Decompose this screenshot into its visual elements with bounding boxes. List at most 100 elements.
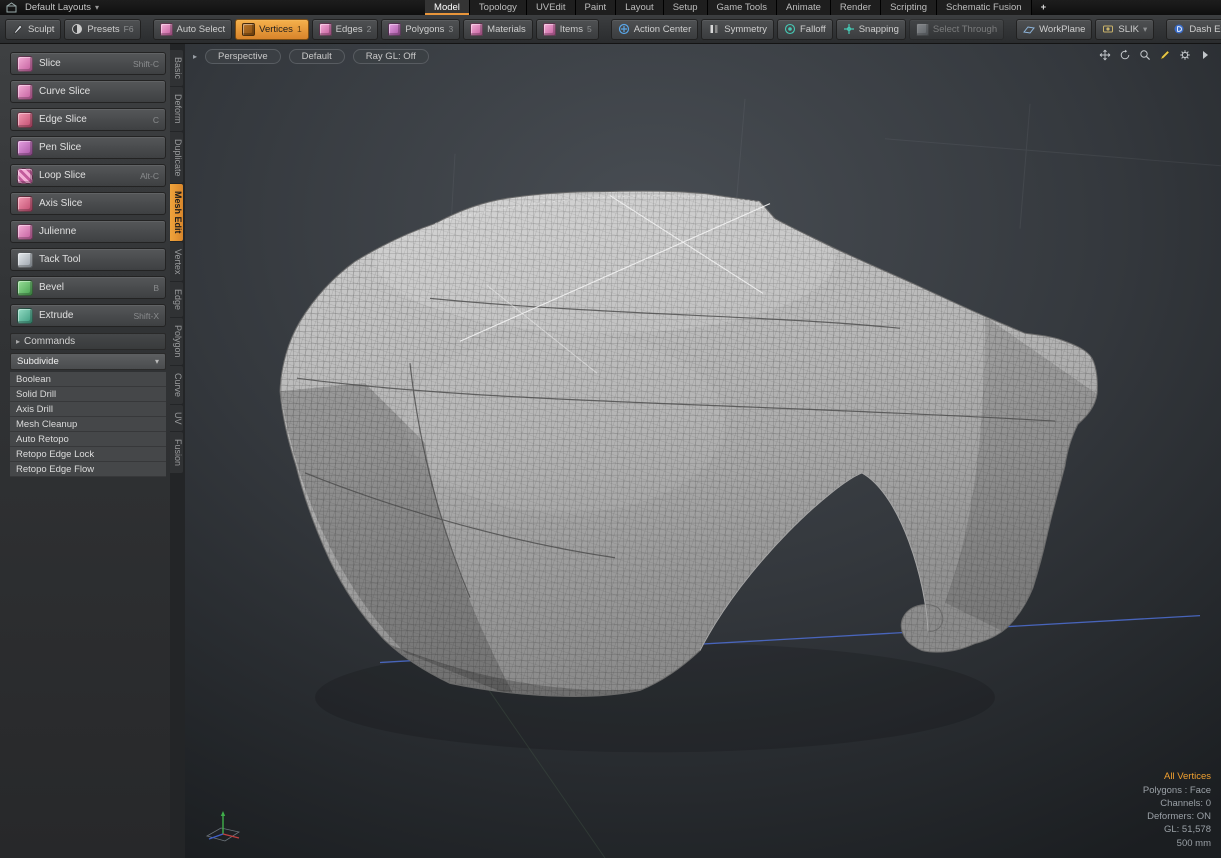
toolbox-tab-duplicate[interactable]: Duplicate [170,132,183,184]
toolbar-label: Vertices [259,24,293,35]
toolbar-shortcut: 2 [367,24,372,34]
julienne-icon [17,224,33,240]
tool-axis-slice[interactable]: Axis Slice [10,192,166,215]
tool-tack-tool[interactable]: Tack Tool [10,248,166,271]
tool-julienne[interactable]: Julienne [10,220,166,243]
pan-icon[interactable] [1099,49,1111,61]
command-auto-retopo[interactable]: Auto Retopo [10,432,166,447]
menu-tab-uvedit[interactable]: UVEdit [527,0,576,15]
tool-bevel[interactable]: Bevel B [10,276,166,299]
command-retopo-edge-flow[interactable]: Retopo Edge Flow [10,462,166,477]
toolbox-tab-basic[interactable]: Basic [170,50,183,86]
tool-label: Axis Slice [39,198,82,209]
toolbar-presets[interactable]: Presets F6 [64,19,140,40]
bevel-icon [17,280,33,296]
tool-edge-slice[interactable]: Edge Slice C [10,108,166,131]
toolbar-shortcut: 1 [297,24,302,34]
commands-section-header[interactable]: ▸ Commands [10,333,166,350]
toolbar-materials[interactable]: Materials [463,19,533,40]
toolbar-vertices[interactable]: Vertices 1 [235,19,309,40]
arrow-right-icon: ▸ [16,337,20,346]
toolbar-polygons[interactable]: Polygons 3 [381,19,460,40]
toolbar-auto-select[interactable]: Auto Select [153,19,233,40]
command-mesh-cleanup[interactable]: Mesh Cleanup [10,417,166,432]
menu-tab-paint[interactable]: Paint [576,0,617,15]
toolbar-label: Dash Export [1189,24,1221,35]
tool-extrude[interactable]: Extrude Shift-X [10,304,166,327]
menu-tab-animate[interactable]: Animate [777,0,831,15]
viewport-popover-arrow-icon[interactable]: ▸ [193,52,197,61]
commands-list: Boolean Solid Drill Axis Drill Mesh Clea… [10,372,166,477]
command-axis-drill[interactable]: Axis Drill [10,402,166,417]
menu-tab-scripting[interactable]: Scripting [881,0,937,15]
gear-icon[interactable] [1179,49,1191,61]
toolbar-sculpt[interactable]: Sculpt [5,19,61,40]
caret-down-icon: ▾ [1143,24,1147,35]
orbit-icon[interactable] [1119,49,1131,61]
subdivide-label: Subdivide [17,356,59,367]
toolbox-tab-polygon[interactable]: Polygon [170,318,183,365]
toolbox-tab-mesh-edit[interactable]: Mesh Edit [170,184,183,241]
tool-loop-slice[interactable]: Loop Slice Alt-C [10,164,166,187]
tool-shortcut: C [153,115,159,125]
toolbar-symmetry[interactable]: Symmetry [701,19,774,40]
tool-label: Tack Tool [39,254,81,265]
menu-tab-game-tools[interactable]: Game Tools [708,0,778,15]
toolbar-snapping[interactable]: Snapping [836,19,906,40]
toolbox-tab-uv[interactable]: UV [170,405,183,432]
toolbar-dash-export[interactable]: Dash Export [1166,19,1221,40]
app-icon[interactable] [6,2,17,13]
toolbox-tab-curve[interactable]: Curve [170,366,183,404]
toolbox-tab-fusion[interactable]: Fusion [170,432,183,473]
axis-gizmo[interactable] [199,806,247,848]
toolbar-items[interactable]: Items 5 [536,19,599,40]
toolbar-slik[interactable]: SLIK ▾ [1095,19,1154,40]
viewport-stats: All Vertices Polygons : Face Channels: 0… [1143,770,1211,850]
menu-tab-schematic-fusion[interactable]: Schematic Fusion [937,0,1032,15]
toolbar-falloff[interactable]: Falloff [777,19,833,40]
shading-mode-button[interactable]: Default [289,49,345,64]
menu-tab-layout[interactable]: Layout [616,0,664,15]
toolbox-tab-edge[interactable]: Edge [170,282,183,317]
viewport-canvas[interactable] [185,44,1221,858]
pencil-icon[interactable] [1159,49,1171,61]
subdivide-dropdown[interactable]: Subdivide ▾ [10,353,166,370]
tool-slice[interactable]: Slice Shift-C [10,52,166,75]
toolbar-label: Snapping [859,24,899,35]
expand-panel-icon[interactable] [1199,49,1211,61]
layout-selector[interactable]: Default Layouts ▾ [25,2,99,13]
toolbar-shortcut: 3 [448,24,453,34]
raygl-button[interactable]: Ray GL: Off [353,49,429,64]
toolbar-workplane[interactable]: WorkPlane [1016,19,1092,40]
tool-label: Slice [39,58,61,69]
polygons-readout: Polygons : Face [1143,784,1211,797]
tool-shortcut: Alt-C [140,171,159,181]
toolbox-tab-deform[interactable]: Deform [170,87,183,131]
symmetry-icon [708,23,720,35]
viewport-3d[interactable]: ▸ Perspective Default Ray GL: Off [185,44,1221,858]
toolbar-label: SLIK [1118,24,1139,35]
command-boolean[interactable]: Boolean [10,372,166,387]
tool-pen-slice[interactable]: Pen Slice [10,136,166,159]
add-layout-tab-button[interactable]: + [1032,0,1056,15]
menu-tab-topology[interactable]: Topology [470,0,527,15]
toolbar-shortcut: F6 [124,24,134,34]
toolbox-tab-vertex[interactable]: Vertex [170,242,183,282]
tool-curve-slice[interactable]: Curve Slice [10,80,166,103]
tool-label: Edge Slice [39,114,87,125]
view-mode-button[interactable]: Perspective [205,49,281,64]
toolbar-select-through[interactable]: Select Through [909,19,1004,40]
top-menubar: Default Layouts ▾ Model Topology UVEdit … [0,0,1221,15]
zoom-icon[interactable] [1139,49,1151,61]
toolbar-label: Select Through [933,24,997,35]
sculpt-pen-icon [12,23,24,35]
menu-tab-setup[interactable]: Setup [664,0,708,15]
action-center-icon [618,23,630,35]
menu-tab-render[interactable]: Render [831,0,881,15]
modo-app-window: Default Layouts ▾ Model Topology UVEdit … [0,0,1221,858]
toolbar-edges[interactable]: Edges 2 [312,19,379,40]
command-retopo-edge-lock[interactable]: Retopo Edge Lock [10,447,166,462]
toolbar-action-center[interactable]: Action Center [611,19,699,40]
menu-tab-model[interactable]: Model [425,0,470,15]
command-solid-drill[interactable]: Solid Drill [10,387,166,402]
